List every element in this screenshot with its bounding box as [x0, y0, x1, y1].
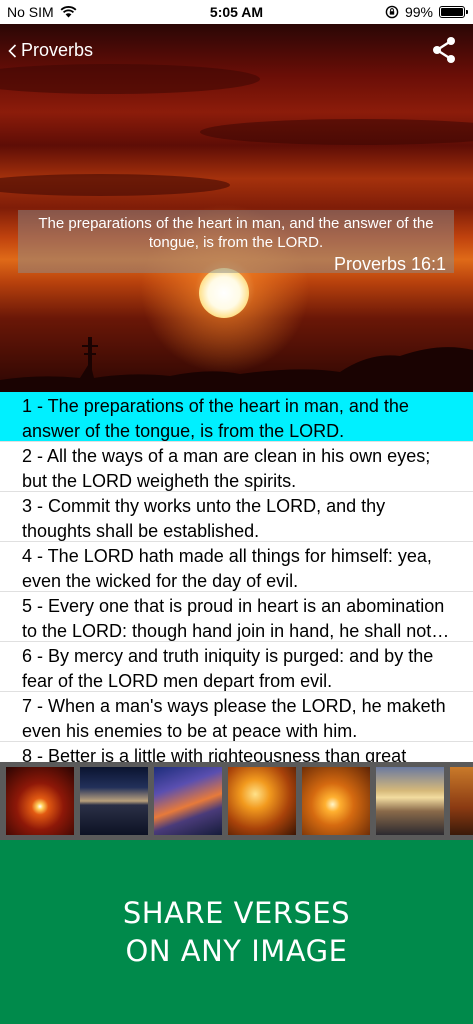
verse-item[interactable]: 2 - All the ways of a man are clean in h… [0, 442, 473, 492]
verse-text: 4 - The LORD hath made all things for hi… [22, 546, 432, 591]
verse-item[interactable]: 1 - The preparations of the heart in man… [0, 392, 473, 442]
tree-silhouette [0, 337, 473, 392]
banner-line-2: ON ANY IMAGE [125, 934, 348, 968]
verse-item[interactable]: 4 - The LORD hath made all things for hi… [0, 542, 473, 592]
status-right: 99% [385, 4, 468, 20]
overlay-verse-text: The preparations of the heart in man, an… [38, 215, 434, 251]
battery-percent: 99% [404, 4, 433, 20]
share-button[interactable] [431, 36, 457, 69]
verse-item[interactable]: 3 - Commit thy works unto the LORD, and … [0, 492, 473, 542]
verse-text: 5 - Every one that is proud in heart is … [22, 596, 445, 641]
verse-item[interactable]: 5 - Every one that is proud in heart is … [0, 592, 473, 642]
verse-list[interactable]: 1 - The preparations of the heart in man… [0, 392, 473, 762]
sun-graphic [199, 268, 249, 318]
share-verses-banner[interactable]: SHARE VERSES ON ANY IMAGE [0, 840, 473, 1024]
verse-item[interactable]: 8 - Better is a little with righteousnes… [0, 742, 473, 762]
status-bar: No SIM 5:05 AM 99% [0, 0, 473, 24]
verse-text: 6 - By mercy and truth iniquity is purge… [22, 646, 434, 691]
back-button[interactable]: Proverbs [8, 40, 93, 61]
rotation-lock-icon [385, 5, 399, 19]
verse-overlay: The preparations of the heart in man, an… [18, 210, 454, 274]
verse-text: 1 - The preparations of the heart in man… [22, 396, 409, 441]
background-thumbnail[interactable] [302, 767, 370, 835]
background-thumbnail-strip[interactable] [0, 762, 473, 840]
verse-image[interactable]: Proverbs The preparations of the heart i… [0, 24, 473, 392]
verse-text: 8 - Better is a little with righteousnes… [22, 746, 407, 762]
verse-text: 2 - All the ways of a man are clean in h… [22, 446, 431, 491]
share-icon [433, 37, 455, 63]
overlay-verse-reference: Proverbs 16:1 [333, 254, 446, 274]
chevron-left-icon [8, 43, 17, 58]
banner-line-1: SHARE VERSES [122, 896, 351, 930]
back-button-label: Proverbs [21, 40, 94, 60]
verse-text: 3 - Commit thy works unto the LORD, and … [22, 496, 386, 541]
background-thumbnail[interactable] [376, 767, 444, 835]
background-thumbnail[interactable] [6, 767, 74, 835]
verse-text: 7 - When a man's ways please the LORD, h… [22, 696, 446, 741]
background-thumbnail[interactable] [154, 767, 222, 835]
verse-item[interactable]: 7 - When a man's ways please the LORD, h… [0, 692, 473, 742]
battery-icon [439, 6, 468, 18]
verse-item[interactable]: 6 - By mercy and truth iniquity is purge… [0, 642, 473, 692]
background-thumbnail[interactable] [80, 767, 148, 835]
background-thumbnail[interactable] [228, 767, 296, 835]
background-thumbnail[interactable] [450, 767, 473, 835]
